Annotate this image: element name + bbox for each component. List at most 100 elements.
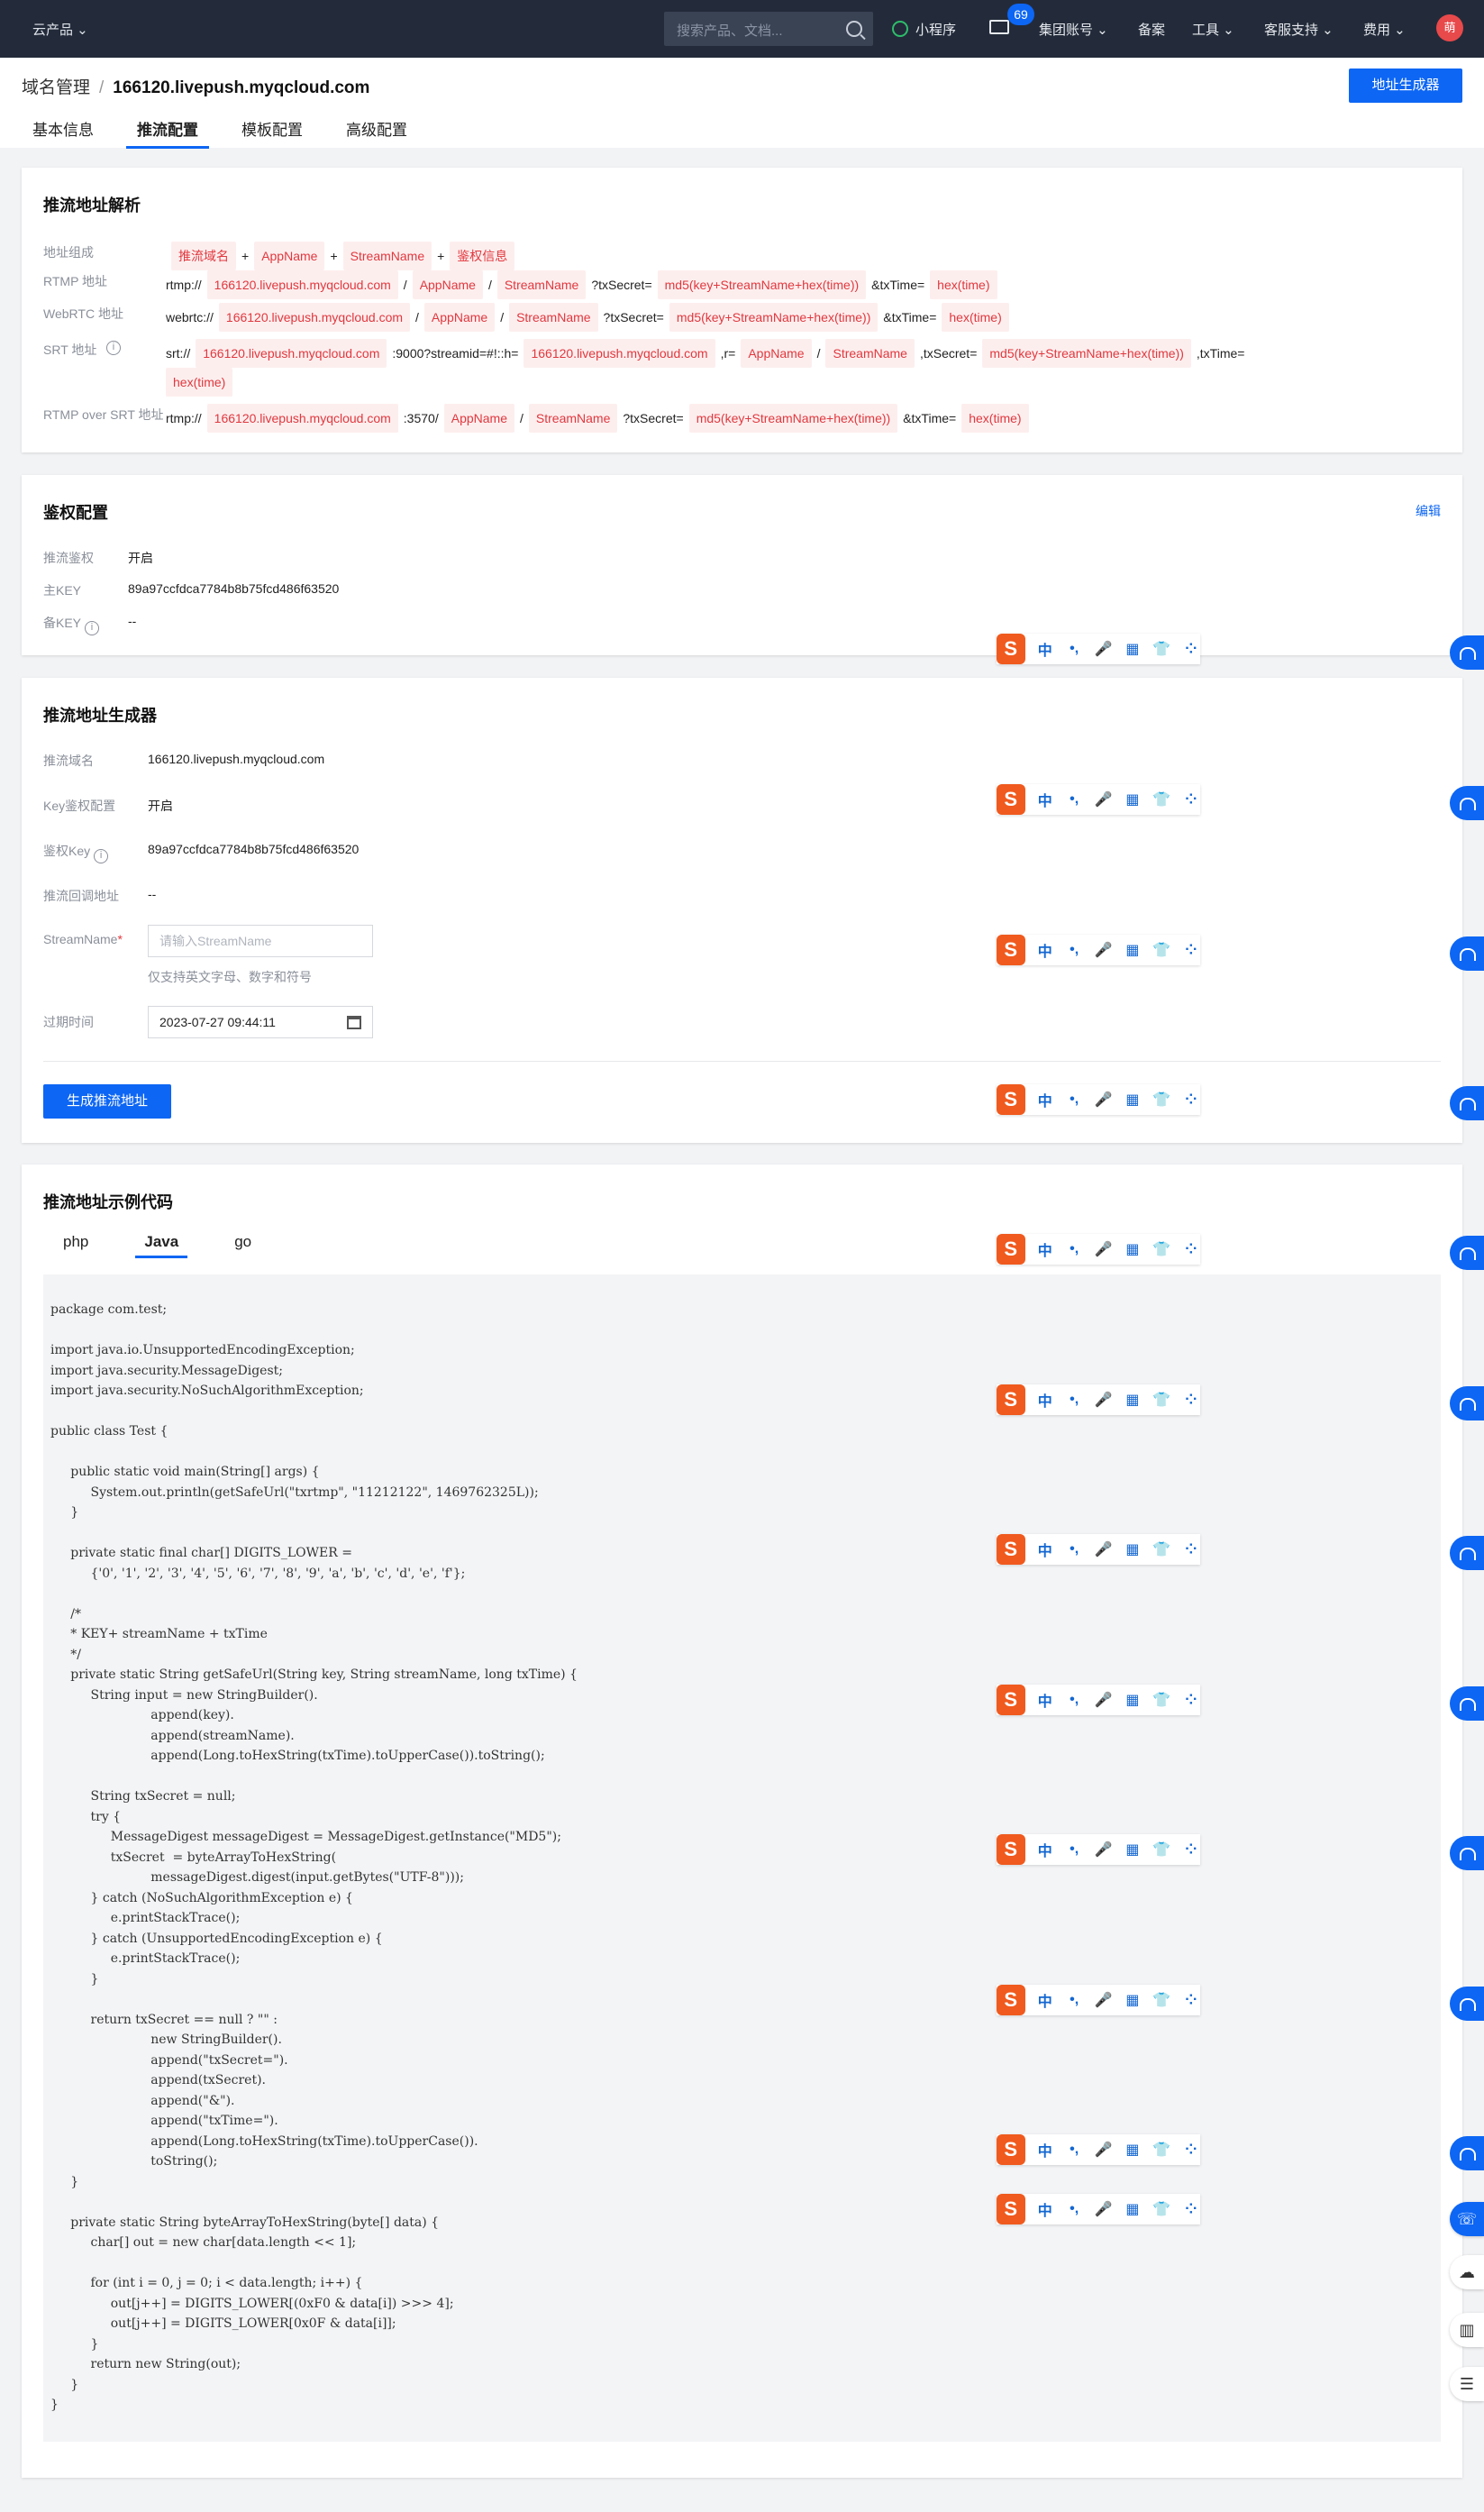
list-icon[interactable]: ☰ xyxy=(1450,2367,1484,2401)
keyboard-icon[interactable]: ▦ xyxy=(1124,1841,1142,1859)
tab-push-config[interactable]: 推流配置 xyxy=(126,117,209,149)
keyboard-icon[interactable]: ▦ xyxy=(1124,2141,1142,2159)
sogou-logo-icon[interactable]: S xyxy=(997,1084,1025,1115)
skin-icon[interactable]: 👕 xyxy=(1152,790,1170,808)
ime-toolbar[interactable]: S 中 •, 🎤 ▦ 👕 ⁘ xyxy=(997,784,1200,815)
headset-icon[interactable]: ☏ xyxy=(1450,2202,1484,2236)
punctuation-icon[interactable]: •, xyxy=(1065,1841,1083,1858)
toolbox-icon[interactable]: ⁘ xyxy=(1182,1841,1200,1859)
toolbox-icon[interactable]: ⁘ xyxy=(1182,790,1200,808)
expire-time-picker[interactable]: 2023-07-27 09:44:11 xyxy=(148,1006,373,1038)
skin-icon[interactable]: 👕 xyxy=(1152,1540,1170,1558)
sogou-logo-icon[interactable]: S xyxy=(997,935,1025,965)
support-bubble-icon[interactable] xyxy=(1450,2136,1484,2170)
chinese-mode-icon[interactable]: 中 xyxy=(1036,2139,1054,2160)
punctuation-icon[interactable]: •, xyxy=(1065,1541,1083,1557)
ime-toolbar[interactable]: S 中 •, 🎤 ▦ 👕 ⁘ xyxy=(997,935,1200,965)
keyboard-icon[interactable]: ▦ xyxy=(1124,2200,1142,2218)
microphone-icon[interactable]: 🎤 xyxy=(1094,2200,1113,2218)
tab-java[interactable]: Java xyxy=(135,1233,188,1258)
chinese-mode-icon[interactable]: 中 xyxy=(1036,789,1054,810)
ime-toolbar[interactable]: S 中 •, 🎤 ▦ 👕 ⁘ xyxy=(997,1384,1200,1415)
chinese-mode-icon[interactable]: 中 xyxy=(1036,638,1054,660)
tools-menu[interactable]: 工具 ⌄ xyxy=(1192,20,1234,39)
keyboard-icon[interactable]: ▦ xyxy=(1124,1091,1142,1109)
skin-icon[interactable]: 👕 xyxy=(1152,1691,1170,1709)
address-generator-button[interactable]: 地址生成器 xyxy=(1349,69,1462,103)
support-bubble-icon[interactable] xyxy=(1450,635,1484,670)
calendar-icon[interactable] xyxy=(347,1016,361,1029)
keyboard-icon[interactable]: ▦ xyxy=(1124,941,1142,959)
toolbox-icon[interactable]: ⁘ xyxy=(1182,1240,1200,1258)
support-menu[interactable]: 客服支持 ⌄ xyxy=(1264,20,1334,39)
tab-php[interactable]: php xyxy=(54,1233,97,1258)
sogou-logo-icon[interactable]: S xyxy=(997,1834,1025,1865)
keyboard-icon[interactable]: ▦ xyxy=(1124,1240,1142,1258)
chinese-mode-icon[interactable]: 中 xyxy=(1036,1839,1054,1860)
skin-icon[interactable]: 👕 xyxy=(1152,1991,1170,2009)
toolbox-icon[interactable]: ⁘ xyxy=(1182,1991,1200,2009)
sogou-logo-icon[interactable]: S xyxy=(997,2134,1025,2165)
skin-icon[interactable]: 👕 xyxy=(1152,2200,1170,2218)
keyboard-icon[interactable]: ▦ xyxy=(1124,1540,1142,1558)
breadcrumb-domain-management[interactable]: 域名管理 xyxy=(22,78,90,97)
chinese-mode-icon[interactable]: 中 xyxy=(1036,1689,1054,1711)
search-icon[interactable] xyxy=(846,21,862,37)
keyboard-icon[interactable]: ▦ xyxy=(1124,1991,1142,2009)
edit-link[interactable]: 编辑 xyxy=(1416,502,1441,520)
support-bubble-icon[interactable] xyxy=(1450,1686,1484,1721)
chinese-mode-icon[interactable]: 中 xyxy=(1036,2198,1054,2220)
book-icon[interactable]: ▥ xyxy=(1450,2313,1484,2347)
keyboard-icon[interactable]: ▦ xyxy=(1124,790,1142,808)
mail-icon[interactable] xyxy=(989,20,1009,34)
microphone-icon[interactable]: 🎤 xyxy=(1094,640,1113,658)
skin-icon[interactable]: 👕 xyxy=(1152,1240,1170,1258)
tab-go[interactable]: go xyxy=(225,1233,260,1258)
cloud-products-menu[interactable]: 云产品 ⌄ xyxy=(32,20,88,39)
tab-advanced-config[interactable]: 高级配置 xyxy=(346,117,407,149)
toolbox-icon[interactable]: ⁘ xyxy=(1182,1691,1200,1709)
chinese-mode-icon[interactable]: 中 xyxy=(1036,1089,1054,1110)
group-account-menu[interactable]: 集团账号 ⌄ xyxy=(1039,20,1108,39)
sogou-logo-icon[interactable]: S xyxy=(997,1384,1025,1415)
microphone-icon[interactable]: 🎤 xyxy=(1094,1091,1113,1109)
sogou-logo-icon[interactable]: S xyxy=(997,2194,1025,2224)
punctuation-icon[interactable]: •, xyxy=(1065,942,1083,958)
sogou-logo-icon[interactable]: S xyxy=(997,1985,1025,2015)
punctuation-icon[interactable]: •, xyxy=(1065,1092,1083,1108)
punctuation-icon[interactable]: •, xyxy=(1065,2142,1083,2158)
ime-toolbar[interactable]: S 中 •, 🎤 ▦ 👕 ⁘ xyxy=(997,634,1200,664)
ime-toolbar[interactable]: S 中 •, 🎤 ▦ 👕 ⁘ xyxy=(997,1084,1200,1115)
support-bubble-icon[interactable] xyxy=(1450,1236,1484,1270)
chinese-mode-icon[interactable]: 中 xyxy=(1036,939,1054,961)
skin-icon[interactable]: 👕 xyxy=(1152,1091,1170,1109)
support-bubble-icon[interactable] xyxy=(1450,1536,1484,1570)
sogou-logo-icon[interactable]: S xyxy=(997,1234,1025,1265)
toolbox-icon[interactable]: ⁘ xyxy=(1182,640,1200,658)
stream-name-input[interactable]: 请输入StreamName xyxy=(148,925,373,957)
punctuation-icon[interactable]: •, xyxy=(1065,641,1083,657)
keyboard-icon[interactable]: ▦ xyxy=(1124,640,1142,658)
ime-toolbar[interactable]: S 中 •, 🎤 ▦ 👕 ⁘ xyxy=(997,1985,1200,2015)
chinese-mode-icon[interactable]: 中 xyxy=(1036,1539,1054,1560)
keyboard-icon[interactable]: ▦ xyxy=(1124,1691,1142,1709)
punctuation-icon[interactable]: •, xyxy=(1065,1392,1083,1408)
support-bubble-icon[interactable] xyxy=(1450,1086,1484,1120)
ime-toolbar[interactable]: S 中 •, 🎤 ▦ 👕 ⁘ xyxy=(997,2134,1200,2165)
info-icon[interactable]: i xyxy=(94,849,109,863)
ime-toolbar[interactable]: S 中 •, 🎤 ▦ 👕 ⁘ xyxy=(997,1685,1200,1715)
microphone-icon[interactable]: 🎤 xyxy=(1094,941,1113,959)
skin-icon[interactable]: 👕 xyxy=(1152,1391,1170,1409)
punctuation-icon[interactable]: •, xyxy=(1065,791,1083,808)
ime-toolbar[interactable]: S 中 •, 🎤 ▦ 👕 ⁘ xyxy=(997,1834,1200,1865)
microphone-icon[interactable]: 🎤 xyxy=(1094,1691,1113,1709)
cloud-icon[interactable]: ☁ xyxy=(1450,2255,1484,2289)
skin-icon[interactable]: 👕 xyxy=(1152,1841,1170,1859)
toolbox-icon[interactable]: ⁘ xyxy=(1182,1091,1200,1109)
ime-toolbar[interactable]: S 中 •, 🎤 ▦ 👕 ⁘ xyxy=(997,1534,1200,1565)
mini-program-link[interactable]: 小程序 xyxy=(892,20,956,39)
info-icon[interactable]: i xyxy=(85,621,100,635)
punctuation-icon[interactable]: •, xyxy=(1065,1241,1083,1257)
avatar[interactable]: 萌 xyxy=(1436,14,1463,41)
microphone-icon[interactable]: 🎤 xyxy=(1094,790,1113,808)
